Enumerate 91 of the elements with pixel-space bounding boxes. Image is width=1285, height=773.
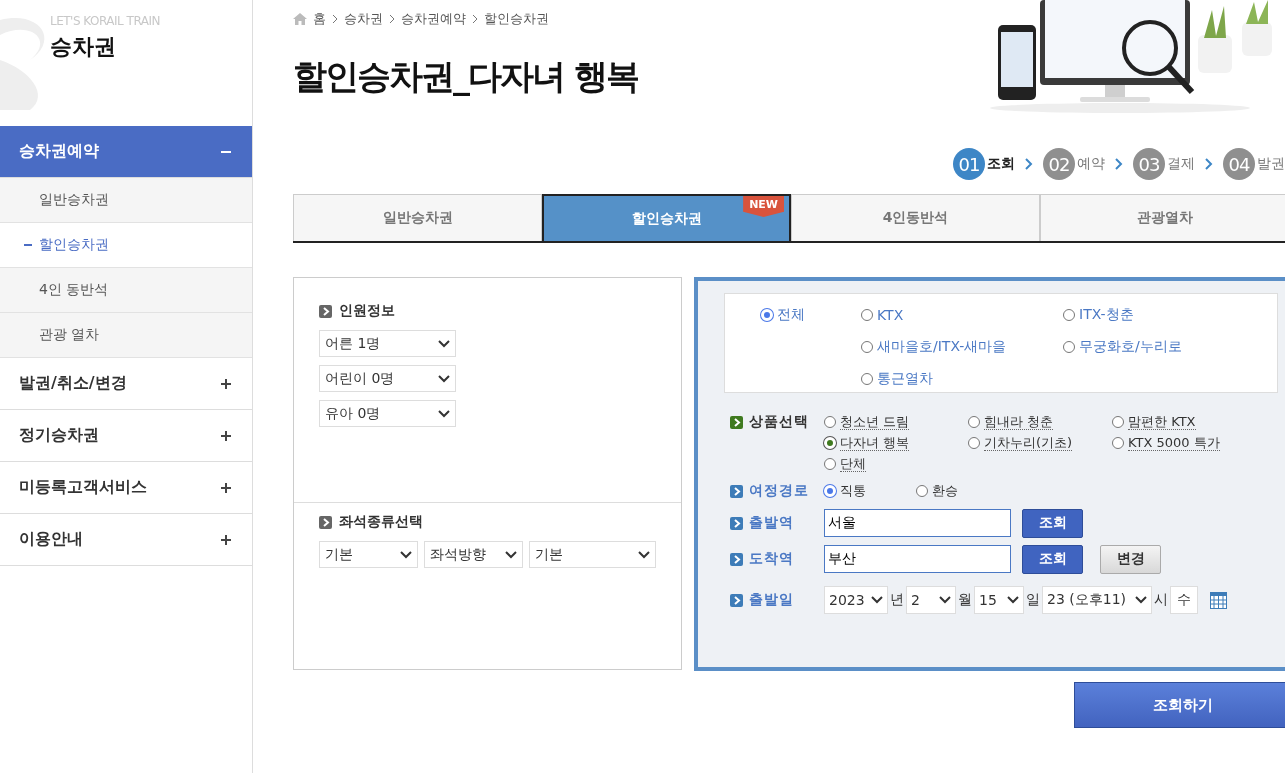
chevron-bullet-icon (319, 304, 332, 318)
route-radio[interactable]: 환승 (916, 480, 1008, 502)
seat-dropdown[interactable]: 기본 (529, 541, 656, 568)
seat-dropdown[interactable]: 좌석방향 (424, 541, 523, 568)
caret-icon (400, 550, 412, 559)
chevron-icon (472, 14, 478, 24)
tab[interactable]: 할인승차권 NEW (542, 194, 791, 241)
date-dropdown[interactable]: 23 (오후11) (1042, 586, 1152, 614)
date-unit: 일 (1026, 591, 1040, 609)
date-unit: 시 (1154, 591, 1168, 609)
caret-icon (1135, 596, 1147, 604)
plus-icon (220, 377, 232, 390)
product-radio[interactable]: 청소년 드림 (824, 411, 968, 432)
tab[interactable]: 4인동반석 (791, 194, 1040, 241)
lookup-button[interactable]: 조회 (1022, 544, 1083, 574)
home-icon (293, 13, 307, 25)
field-label: 출발역 (749, 514, 794, 532)
search-button[interactable]: 조회하기 (1074, 682, 1285, 728)
product-radio[interactable]: 기차누리(기초) (968, 432, 1112, 453)
tab[interactable]: 일반승차권 (293, 194, 542, 241)
date-dropdown[interactable]: 2 (906, 586, 956, 614)
product-radio[interactable]: 힘내라 청춘 (968, 411, 1112, 432)
progress-step: 01 조회 (953, 148, 1015, 180)
passenger-dropdown[interactable]: 어른 1명 (319, 330, 456, 357)
sidebar-subitem[interactable]: 관광 열차 (0, 313, 252, 358)
chevron-icon (1025, 158, 1033, 170)
date-dropdown[interactable]: 15 (974, 586, 1024, 614)
passenger-dropdown[interactable]: 유아 0명 (319, 400, 456, 427)
calendar-icon[interactable] (1210, 591, 1227, 609)
page-title: 할인승차권_다자녀 행복 (293, 55, 638, 98)
swap-button[interactable]: 변경 (1100, 544, 1161, 574)
plus-icon (220, 533, 232, 546)
sidebar-subitem[interactable]: 일반승차권 (0, 178, 252, 223)
product-radio[interactable]: KTX 5000 특가 (1112, 432, 1232, 453)
chevron-icon (1205, 158, 1213, 170)
station-input[interactable]: 부산 (824, 545, 1011, 573)
field-label: 여정경로 (749, 482, 809, 500)
plus-icon (220, 481, 232, 494)
chevron-bullet-icon (319, 515, 332, 529)
breadcrumb-link[interactable]: 할인승차권 (484, 10, 549, 28)
caret-icon (438, 374, 450, 383)
product-radio[interactable]: 단체 (824, 453, 968, 474)
breadcrumb-link[interactable]: 승차권예약 (401, 10, 466, 28)
chevron-icon (332, 14, 338, 24)
train-type-radio[interactable]: KTX (861, 304, 1063, 325)
progress-step: 04 발권 (1223, 148, 1285, 180)
date-unit: 월 (958, 591, 972, 609)
chevron-bullet-icon (730, 593, 743, 607)
chevron-bullet-icon (730, 516, 743, 530)
chevron-bullet-icon (730, 552, 743, 566)
chevron-icon (1115, 158, 1123, 170)
caret-icon (638, 550, 650, 559)
chevron-icon (389, 14, 395, 24)
section-title: 승차권 (50, 33, 117, 61)
product-radio[interactable]: 다자녀 행복 (824, 432, 968, 453)
field-label: 도착역 (749, 550, 794, 568)
caret-icon (1007, 596, 1019, 604)
lookup-button[interactable]: 조회 (1022, 508, 1083, 538)
station-input[interactable]: 서울 (824, 509, 1011, 537)
train-type-radio[interactable]: 새마을호/ITX-새마을 (861, 336, 1063, 357)
caret-icon (871, 596, 883, 604)
chevron-bullet-icon (730, 415, 743, 429)
breadcrumb-link[interactable]: 홈 (313, 10, 326, 28)
weekday-field: 수 (1170, 586, 1198, 614)
field-label: 출발일 (749, 591, 794, 609)
section-heading: 좌석종류선택 (339, 513, 423, 531)
field-label: 상품선택 (749, 413, 809, 431)
product-radio[interactable]: 맘편한 KTX (1112, 411, 1232, 432)
new-badge: NEW (743, 196, 784, 217)
caret-icon (438, 339, 450, 348)
date-unit: 년 (890, 591, 904, 609)
tab[interactable]: 관광열차 (1040, 194, 1285, 241)
sidebar-subitem[interactable]: 4인 동반석 (0, 268, 252, 313)
train-type-radio[interactable]: 전체 (761, 304, 861, 325)
train-type-radio[interactable]: 무궁화호/누리로 (1063, 336, 1243, 357)
chevron-bullet-icon (730, 484, 743, 498)
route-radio[interactable]: 직통 (824, 480, 916, 502)
breadcrumb-link[interactable]: 승차권 (344, 10, 383, 28)
plus-icon (220, 429, 232, 442)
date-dropdown[interactable]: 2023 (824, 586, 888, 614)
progress-step: 02 예약 (1043, 148, 1105, 180)
sidebar-menu-item[interactable]: 승차권예약 (0, 126, 252, 178)
caret-icon (438, 409, 450, 418)
caret-icon (939, 596, 951, 604)
train-type-radio[interactable]: 통근열차 (861, 368, 1063, 389)
progress-step: 03 결제 (1133, 148, 1195, 180)
train-type-radio[interactable]: ITX-청춘 (1063, 304, 1243, 325)
section-heading: 인원정보 (339, 302, 395, 320)
caret-icon (505, 550, 517, 559)
seat-dropdown[interactable]: 기본 (319, 541, 418, 568)
passenger-dropdown[interactable]: 어린이 0명 (319, 365, 456, 392)
